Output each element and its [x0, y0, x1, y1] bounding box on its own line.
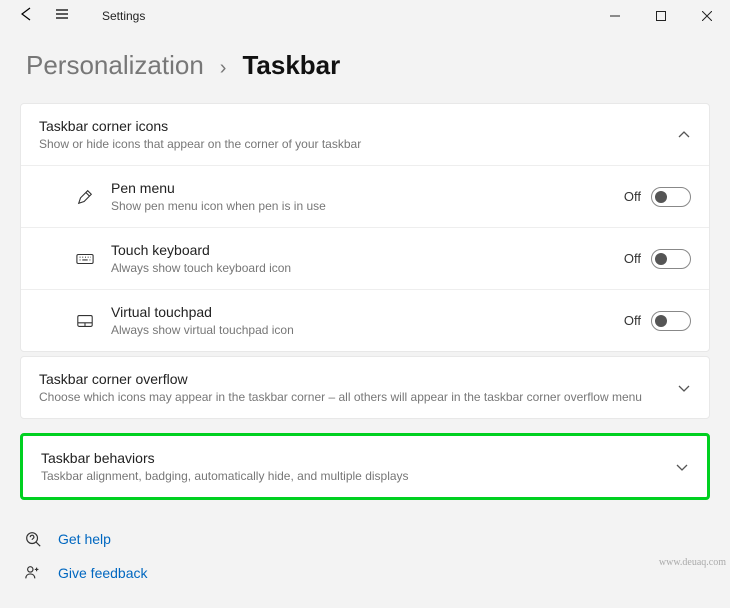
minimize-button[interactable]: [592, 0, 638, 32]
breadcrumb-parent[interactable]: Personalization: [26, 50, 204, 81]
watermark: www.deuaq.com: [659, 557, 726, 568]
section-corner-icons-header[interactable]: Taskbar corner icons Show or hide icons …: [21, 104, 709, 165]
get-help-label: Get help: [58, 531, 111, 547]
titlebar: Settings: [0, 0, 730, 32]
toggle-touch-keyboard[interactable]: [651, 249, 691, 269]
breadcrumb-current: Taskbar: [242, 50, 340, 81]
row-pen-menu: Pen menu Show pen menu icon when pen is …: [21, 165, 709, 227]
row-subtitle: Always show virtual touchpad icon: [111, 323, 624, 337]
give-feedback-label: Give feedback: [58, 565, 148, 581]
pen-icon: [75, 187, 95, 207]
section-corner-overflow-header[interactable]: Taskbar corner overflow Choose which ico…: [21, 357, 709, 418]
chevron-down-icon: [675, 460, 689, 474]
menu-button[interactable]: [54, 6, 70, 27]
section-taskbar-behaviors: Taskbar behaviors Taskbar alignment, bad…: [20, 433, 710, 500]
touchpad-icon: [75, 311, 95, 331]
breadcrumb: Personalization › Taskbar: [0, 32, 730, 103]
give-feedback-link[interactable]: Give feedback: [24, 556, 706, 590]
row-subtitle: Show pen menu icon when pen is in use: [111, 199, 624, 213]
row-subtitle: Always show touch keyboard icon: [111, 261, 624, 275]
section-subtitle: Choose which icons may appear in the tas…: [39, 390, 677, 404]
breadcrumb-separator: ›: [220, 57, 227, 80]
section-corner-overflow: Taskbar corner overflow Choose which ico…: [20, 356, 710, 419]
footer-links: Get help Give feedback: [0, 504, 730, 608]
chevron-up-icon: [677, 128, 691, 142]
keyboard-icon: [75, 249, 95, 269]
toggle-state-label: Off: [624, 251, 641, 266]
back-button[interactable]: [18, 6, 34, 27]
section-subtitle: Taskbar alignment, badging, automaticall…: [41, 469, 675, 483]
get-help-link[interactable]: Get help: [24, 522, 706, 556]
section-title: Taskbar corner icons: [39, 118, 677, 134]
section-subtitle: Show or hide icons that appear on the co…: [39, 137, 677, 151]
section-taskbar-behaviors-header[interactable]: Taskbar behaviors Taskbar alignment, bad…: [23, 436, 707, 497]
app-title: Settings: [102, 9, 145, 23]
section-title: Taskbar behaviors: [41, 450, 675, 466]
row-title: Pen menu: [111, 180, 624, 196]
maximize-button[interactable]: [638, 0, 684, 32]
help-icon: [24, 530, 42, 548]
row-title: Virtual touchpad: [111, 304, 624, 320]
row-virtual-touchpad: Virtual touchpad Always show virtual tou…: [21, 289, 709, 351]
toggle-virtual-touchpad[interactable]: [651, 311, 691, 331]
row-title: Touch keyboard: [111, 242, 624, 258]
feedback-icon: [24, 564, 42, 582]
toggle-pen-menu[interactable]: [651, 187, 691, 207]
row-touch-keyboard: Touch keyboard Always show touch keyboar…: [21, 227, 709, 289]
section-title: Taskbar corner overflow: [39, 371, 677, 387]
toggle-state-label: Off: [624, 313, 641, 328]
chevron-down-icon: [677, 381, 691, 395]
section-corner-icons: Taskbar corner icons Show or hide icons …: [20, 103, 710, 352]
toggle-state-label: Off: [624, 189, 641, 204]
close-button[interactable]: [684, 0, 730, 32]
